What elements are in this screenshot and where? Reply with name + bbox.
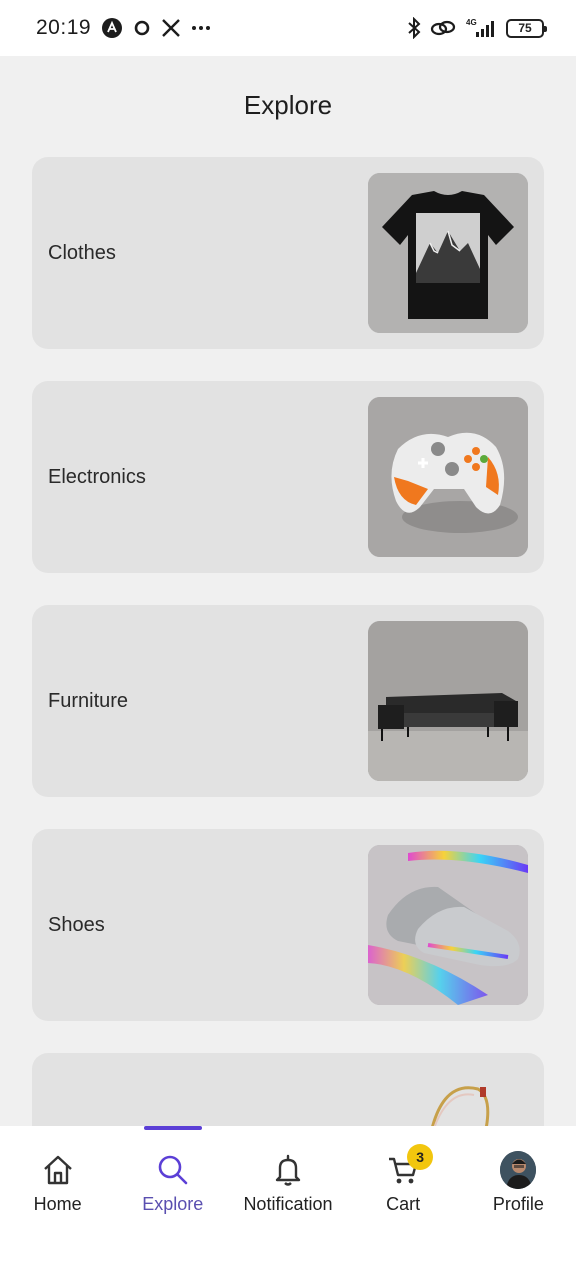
bluetooth-icon xyxy=(406,17,422,39)
category-label: Shoes xyxy=(48,913,105,936)
cart-icon: 3 xyxy=(385,1144,434,1188)
category-card-shoes[interactable]: Shoes xyxy=(32,829,544,1021)
bottom-navigation: Home Explore Notification 3 Cart Profile xyxy=(0,1126,576,1280)
nav-notification[interactable]: Notification xyxy=(230,1126,345,1226)
avatar xyxy=(500,1151,537,1189)
nav-explore[interactable]: Explore xyxy=(115,1126,230,1226)
nav-home[interactable]: Home xyxy=(0,1126,115,1226)
category-card-furniture[interactable]: Furniture xyxy=(32,605,544,797)
a-circle-icon xyxy=(101,17,123,39)
nav-profile[interactable]: Profile xyxy=(461,1126,576,1226)
category-card-clothes[interactable]: Clothes xyxy=(32,157,544,349)
category-card-accessories[interactable] xyxy=(32,1053,544,1126)
bracelet-image xyxy=(368,1069,528,1126)
nav-label: Explore xyxy=(142,1194,204,1214)
category-card-electronics[interactable]: Electronics xyxy=(32,381,544,573)
active-indicator xyxy=(144,1126,203,1130)
search-icon xyxy=(155,1152,191,1188)
more-dots-icon xyxy=(191,25,211,31)
nav-label: Notification xyxy=(243,1194,333,1214)
status-bar: 20:19 4G 75 xyxy=(0,0,576,56)
cart-badge: 3 xyxy=(407,1144,434,1170)
home-icon xyxy=(40,1152,76,1188)
category-label: Clothes xyxy=(48,241,116,264)
signal-icon: 4G xyxy=(464,17,498,39)
sneakers-image xyxy=(368,845,528,1005)
category-list[interactable]: Clothes Electronics Furniture Shoes xyxy=(32,157,544,1126)
link-icon xyxy=(430,18,456,38)
tshirt-image xyxy=(368,173,528,333)
nav-cart[interactable]: 3 Cart xyxy=(346,1126,461,1226)
sofa-image xyxy=(368,621,528,781)
page-title: Explore xyxy=(243,90,333,120)
battery-icon: 75 xyxy=(506,18,547,38)
game-controller-image xyxy=(368,397,528,557)
ring-icon xyxy=(133,19,151,37)
category-label: Electronics xyxy=(48,465,146,488)
status-time: 20:19 xyxy=(36,16,92,39)
nav-label: Cart xyxy=(386,1194,421,1214)
category-label: Furniture xyxy=(48,689,129,712)
nav-label: Profile xyxy=(492,1194,544,1214)
nav-label: Home xyxy=(33,1194,82,1214)
bell-icon xyxy=(270,1152,306,1188)
svg-text:4G: 4G xyxy=(466,18,477,27)
x-logo-icon xyxy=(161,18,181,38)
